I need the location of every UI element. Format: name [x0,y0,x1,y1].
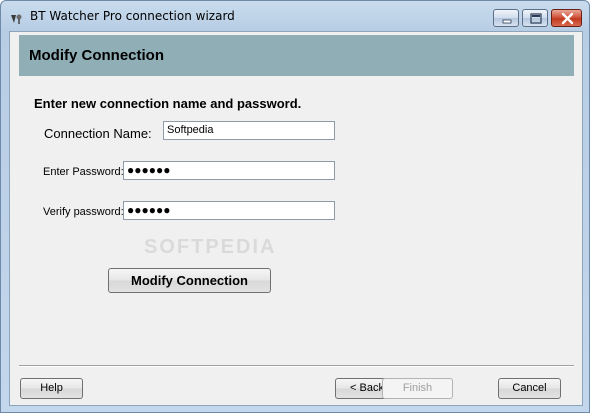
password-input[interactable]: ●●●●●● [123,161,335,180]
close-button[interactable] [551,9,582,27]
close-icon [561,12,574,25]
wizard-window: BT Watcher Pro connection wizard Modify … [0,0,590,413]
verify-password-input[interactable]: ●●●●●● [123,201,335,220]
minimize-button[interactable] [493,9,519,27]
instruction-text: Enter new connection name and password. [34,96,302,111]
minimize-icon [502,19,512,24]
connection-name-label: Connection Name: [44,126,152,141]
password-label: Enter Password: [43,166,124,178]
modify-connection-button[interactable]: Modify Connection [108,268,271,293]
maximize-button[interactable] [522,9,548,27]
window-title: BT Watcher Pro connection wizard [30,9,235,23]
finish-button: Finish [382,378,453,399]
cancel-button[interactable]: Cancel [498,378,561,399]
page-title: Modify Connection [29,47,164,64]
connection-name-input[interactable]: Softpedia [163,121,335,140]
help-button[interactable]: Help [20,378,83,399]
footer-divider [19,365,574,367]
verify-password-label: Verify password: [43,206,124,218]
title-bar[interactable]: BT Watcher Pro connection wizard [1,1,589,31]
watermark: SOFTPEDIA [144,236,277,258]
maximize-icon [530,13,542,24]
app-icon [10,10,24,24]
header-band: Modify Connection [19,35,574,76]
